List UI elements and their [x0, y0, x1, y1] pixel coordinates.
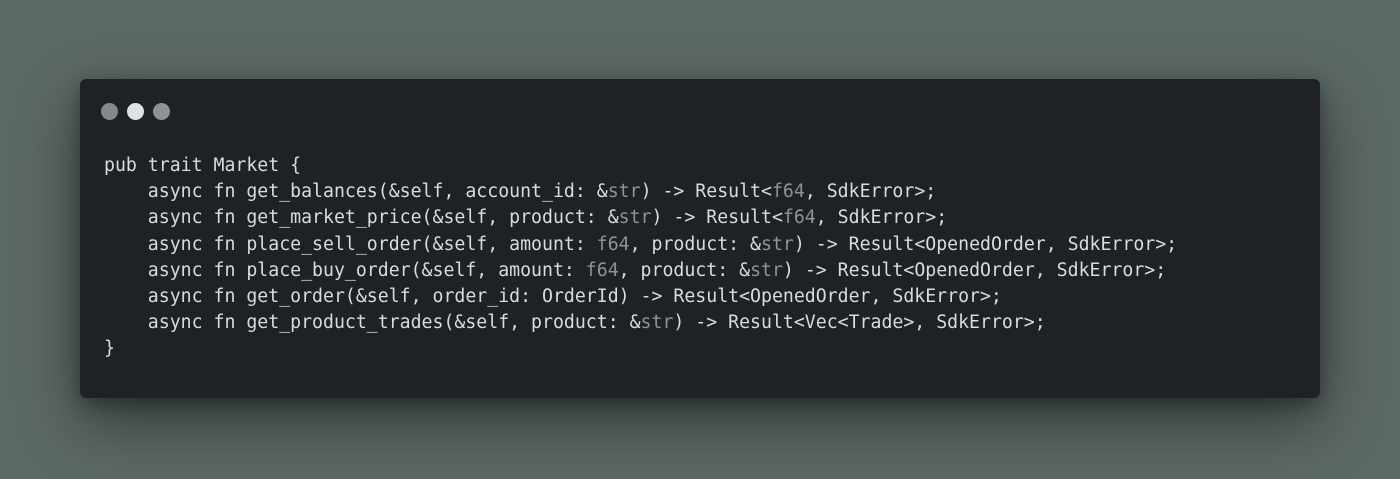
code-token-type: f64: [596, 233, 630, 255]
code-token-type: str: [750, 259, 783, 281]
code-token: async fn get_order(&self, order_id: Orde…: [104, 285, 1002, 307]
code-line: async fn get_balances(&self, account_id:…: [104, 179, 1177, 205]
code-token: , product: &: [629, 233, 762, 255]
code-token: async fn get_product_trades(&self, produ…: [104, 312, 641, 334]
code-token: , SdkError>;: [815, 207, 948, 229]
code-line: async fn place_sell_order(&self, amount:…: [104, 232, 1177, 258]
code-line: async fn place_buy_order(&self, amount: …: [104, 258, 1177, 284]
code-line: async fn get_market_price(&self, product…: [104, 205, 1177, 231]
code-token: , SdkError>;: [804, 181, 937, 203]
code-line: }: [104, 336, 1177, 362]
code-token-type: str: [640, 312, 674, 334]
code-line: pub trait Market {: [104, 153, 1177, 179]
code-token: ) -> Result<OpenedOrder, SdkError>;: [793, 233, 1178, 255]
code-token: , product: &: [618, 259, 751, 281]
code-line: async fn get_product_trades(&self, produ…: [104, 310, 1177, 336]
code-line: async fn get_order(&self, order_id: Orde…: [104, 284, 1177, 310]
maximize-button[interactable]: [153, 103, 170, 120]
code-token: async fn place_buy_order(&self, amount:: [104, 259, 586, 281]
code-block: pub trait Market { async fn get_balances…: [104, 153, 1177, 363]
code-token: ) -> Result<OpenedOrder, SdkError>;: [782, 259, 1167, 281]
close-button[interactable]: [101, 103, 118, 120]
code-token: pub trait Market {: [104, 155, 302, 176]
code-token: async fn get_balances(&self, account_id:…: [104, 181, 608, 203]
code-token-type: f64: [782, 207, 816, 229]
window-controls: [101, 103, 170, 120]
code-token: async fn get_market_price(&self, product…: [104, 207, 619, 229]
code-token-type: str: [618, 207, 652, 229]
code-token-type: str: [761, 233, 794, 255]
minimize-button[interactable]: [127, 103, 144, 120]
code-token: async fn place_sell_order(&self, amount:: [104, 233, 597, 255]
code-token-type: f64: [771, 181, 805, 203]
code-token: ) -> Result<: [640, 181, 772, 203]
code-token: }: [104, 338, 115, 360]
code-token: ) -> Result<Vec<Trade>, SdkError>;: [673, 312, 1046, 334]
code-token-type: str: [607, 181, 641, 203]
code-token-type: f64: [585, 259, 619, 281]
code-window: pub trait Market { async fn get_balances…: [80, 79, 1320, 398]
code-token: ) -> Result<: [651, 207, 783, 229]
